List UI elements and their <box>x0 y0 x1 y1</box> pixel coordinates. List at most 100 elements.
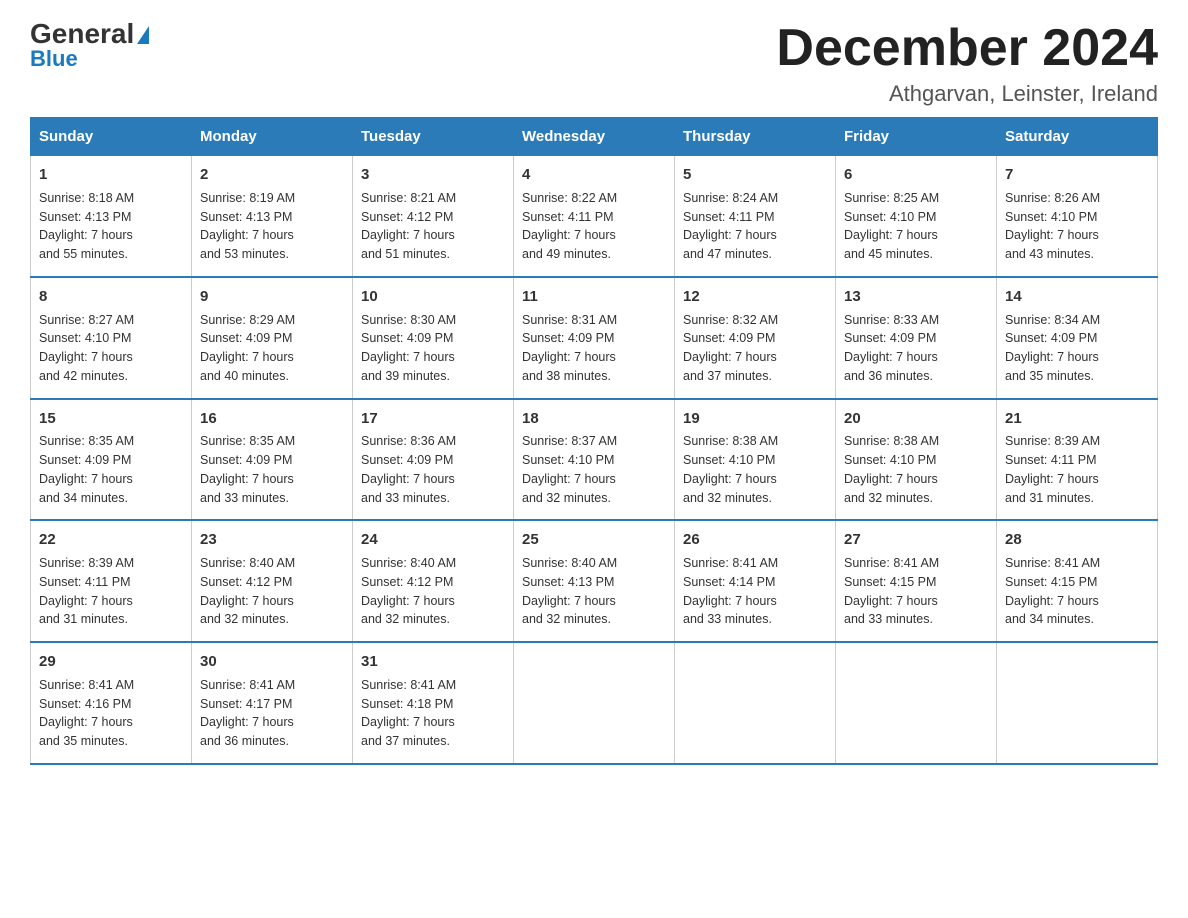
logo: General Blue <box>30 20 149 72</box>
day-info: Sunrise: 8:18 AM Sunset: 4:13 PM Dayligh… <box>39 189 183 264</box>
sunset-label: Sunset: 4:09 PM <box>683 331 775 345</box>
day-info: Sunrise: 8:31 AM Sunset: 4:09 PM Dayligh… <box>522 311 666 386</box>
sunset-label: Sunset: 4:10 PM <box>522 453 614 467</box>
sunrise-label: Sunrise: 8:27 AM <box>39 313 134 327</box>
sunrise-label: Sunrise: 8:38 AM <box>683 434 778 448</box>
sunrise-label: Sunrise: 8:30 AM <box>361 313 456 327</box>
sunrise-label: Sunrise: 8:38 AM <box>844 434 939 448</box>
day-info: Sunrise: 8:41 AM Sunset: 4:14 PM Dayligh… <box>683 554 827 629</box>
sunset-label: Sunset: 4:10 PM <box>844 210 936 224</box>
day-info: Sunrise: 8:41 AM Sunset: 4:18 PM Dayligh… <box>361 676 505 751</box>
table-row: 11 Sunrise: 8:31 AM Sunset: 4:09 PM Dayl… <box>514 277 675 399</box>
daylight-minutes: and 37 minutes. <box>361 734 450 748</box>
table-row: 13 Sunrise: 8:33 AM Sunset: 4:09 PM Dayl… <box>836 277 997 399</box>
table-row: 5 Sunrise: 8:24 AM Sunset: 4:11 PM Dayli… <box>675 156 836 277</box>
daylight-minutes: and 51 minutes. <box>361 247 450 261</box>
daylight-label: Daylight: 7 hours <box>844 228 938 242</box>
day-number: 25 <box>522 529 666 551</box>
day-number: 22 <box>39 529 183 551</box>
daylight-minutes: and 40 minutes. <box>200 369 289 383</box>
sunrise-label: Sunrise: 8:19 AM <box>200 191 295 205</box>
day-info: Sunrise: 8:41 AM Sunset: 4:15 PM Dayligh… <box>844 554 988 629</box>
calendar-table: Sunday Monday Tuesday Wednesday Thursday… <box>30 117 1158 765</box>
sunrise-label: Sunrise: 8:39 AM <box>39 556 134 570</box>
col-sunday: Sunday <box>31 118 192 156</box>
daylight-label: Daylight: 7 hours <box>1005 594 1099 608</box>
sunrise-label: Sunrise: 8:35 AM <box>200 434 295 448</box>
table-row: 22 Sunrise: 8:39 AM Sunset: 4:11 PM Dayl… <box>31 520 192 642</box>
table-row: 24 Sunrise: 8:40 AM Sunset: 4:12 PM Dayl… <box>353 520 514 642</box>
table-row: 8 Sunrise: 8:27 AM Sunset: 4:10 PM Dayli… <box>31 277 192 399</box>
calendar-week-row: 22 Sunrise: 8:39 AM Sunset: 4:11 PM Dayl… <box>31 520 1158 642</box>
daylight-label: Daylight: 7 hours <box>361 715 455 729</box>
table-row: 3 Sunrise: 8:21 AM Sunset: 4:12 PM Dayli… <box>353 156 514 277</box>
daylight-minutes: and 34 minutes. <box>39 491 128 505</box>
day-number: 2 <box>200 164 344 186</box>
day-number: 19 <box>683 408 827 430</box>
sunrise-label: Sunrise: 8:29 AM <box>200 313 295 327</box>
day-info: Sunrise: 8:36 AM Sunset: 4:09 PM Dayligh… <box>361 432 505 507</box>
sunset-label: Sunset: 4:15 PM <box>1005 575 1097 589</box>
calendar-week-row: 8 Sunrise: 8:27 AM Sunset: 4:10 PM Dayli… <box>31 277 1158 399</box>
daylight-minutes: and 32 minutes. <box>361 612 450 626</box>
day-info: Sunrise: 8:40 AM Sunset: 4:12 PM Dayligh… <box>361 554 505 629</box>
table-row: 19 Sunrise: 8:38 AM Sunset: 4:10 PM Dayl… <box>675 399 836 521</box>
day-number: 9 <box>200 286 344 308</box>
table-row <box>514 642 675 764</box>
table-row: 10 Sunrise: 8:30 AM Sunset: 4:09 PM Dayl… <box>353 277 514 399</box>
table-row <box>997 642 1158 764</box>
day-info: Sunrise: 8:29 AM Sunset: 4:09 PM Dayligh… <box>200 311 344 386</box>
sunrise-label: Sunrise: 8:41 AM <box>683 556 778 570</box>
sunrise-label: Sunrise: 8:36 AM <box>361 434 456 448</box>
sunset-label: Sunset: 4:13 PM <box>200 210 292 224</box>
day-number: 21 <box>1005 408 1149 430</box>
daylight-label: Daylight: 7 hours <box>200 472 294 486</box>
sunset-label: Sunset: 4:10 PM <box>1005 210 1097 224</box>
daylight-label: Daylight: 7 hours <box>361 350 455 364</box>
sunrise-label: Sunrise: 8:32 AM <box>683 313 778 327</box>
day-info: Sunrise: 8:39 AM Sunset: 4:11 PM Dayligh… <box>1005 432 1149 507</box>
day-number: 4 <box>522 164 666 186</box>
sunrise-label: Sunrise: 8:35 AM <box>39 434 134 448</box>
calendar-week-row: 15 Sunrise: 8:35 AM Sunset: 4:09 PM Dayl… <box>31 399 1158 521</box>
sunset-label: Sunset: 4:12 PM <box>361 575 453 589</box>
sunset-label: Sunset: 4:10 PM <box>844 453 936 467</box>
table-row: 9 Sunrise: 8:29 AM Sunset: 4:09 PM Dayli… <box>192 277 353 399</box>
sunrise-label: Sunrise: 8:41 AM <box>39 678 134 692</box>
table-row: 20 Sunrise: 8:38 AM Sunset: 4:10 PM Dayl… <box>836 399 997 521</box>
table-row: 26 Sunrise: 8:41 AM Sunset: 4:14 PM Dayl… <box>675 520 836 642</box>
daylight-minutes: and 53 minutes. <box>200 247 289 261</box>
month-year-title: December 2024 <box>776 20 1158 77</box>
day-info: Sunrise: 8:27 AM Sunset: 4:10 PM Dayligh… <box>39 311 183 386</box>
sunrise-label: Sunrise: 8:41 AM <box>1005 556 1100 570</box>
daylight-minutes: and 47 minutes. <box>683 247 772 261</box>
sunset-label: Sunset: 4:17 PM <box>200 697 292 711</box>
day-info: Sunrise: 8:39 AM Sunset: 4:11 PM Dayligh… <box>39 554 183 629</box>
daylight-label: Daylight: 7 hours <box>683 228 777 242</box>
table-row: 4 Sunrise: 8:22 AM Sunset: 4:11 PM Dayli… <box>514 156 675 277</box>
table-row: 16 Sunrise: 8:35 AM Sunset: 4:09 PM Dayl… <box>192 399 353 521</box>
day-info: Sunrise: 8:30 AM Sunset: 4:09 PM Dayligh… <box>361 311 505 386</box>
daylight-minutes: and 34 minutes. <box>1005 612 1094 626</box>
daylight-minutes: and 33 minutes. <box>844 612 933 626</box>
daylight-minutes: and 31 minutes. <box>39 612 128 626</box>
sunset-label: Sunset: 4:09 PM <box>361 453 453 467</box>
sunset-label: Sunset: 4:11 PM <box>683 210 775 224</box>
day-number: 28 <box>1005 529 1149 551</box>
daylight-label: Daylight: 7 hours <box>200 715 294 729</box>
day-number: 31 <box>361 651 505 673</box>
day-number: 13 <box>844 286 988 308</box>
sunset-label: Sunset: 4:10 PM <box>683 453 775 467</box>
sunset-label: Sunset: 4:11 PM <box>1005 453 1097 467</box>
day-info: Sunrise: 8:19 AM Sunset: 4:13 PM Dayligh… <box>200 189 344 264</box>
sunset-label: Sunset: 4:11 PM <box>522 210 614 224</box>
sunset-label: Sunset: 4:11 PM <box>39 575 131 589</box>
daylight-label: Daylight: 7 hours <box>522 472 616 486</box>
day-info: Sunrise: 8:32 AM Sunset: 4:09 PM Dayligh… <box>683 311 827 386</box>
daylight-label: Daylight: 7 hours <box>39 715 133 729</box>
daylight-minutes: and 42 minutes. <box>39 369 128 383</box>
day-info: Sunrise: 8:25 AM Sunset: 4:10 PM Dayligh… <box>844 189 988 264</box>
table-row: 1 Sunrise: 8:18 AM Sunset: 4:13 PM Dayli… <box>31 156 192 277</box>
day-info: Sunrise: 8:34 AM Sunset: 4:09 PM Dayligh… <box>1005 311 1149 386</box>
day-info: Sunrise: 8:35 AM Sunset: 4:09 PM Dayligh… <box>200 432 344 507</box>
